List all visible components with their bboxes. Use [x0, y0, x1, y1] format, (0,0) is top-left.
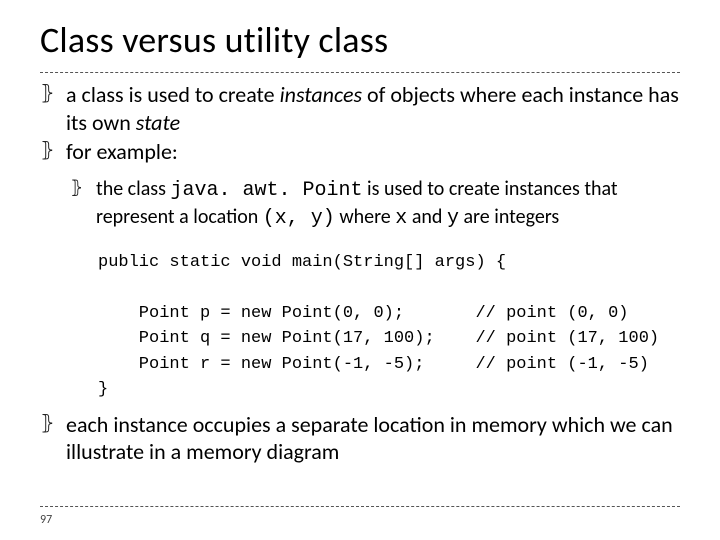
text-fragment: the class [96, 177, 170, 201]
bullet-list: each instance occupies a separate locati… [40, 411, 680, 466]
title-divider [40, 72, 680, 73]
bullet-item: each instance occupies a separate locati… [40, 411, 680, 466]
text-fragment: a class is used to create [66, 81, 280, 108]
code-inline: x [395, 207, 407, 230]
footer-divider [40, 506, 680, 507]
slide-content: a class is used to create instances of o… [40, 81, 680, 466]
text-fragment: each instance occupies a separate locati… [66, 411, 673, 466]
bullet-item: a class is used to create instances of o… [40, 81, 680, 136]
text-emphasis: instances [280, 81, 362, 108]
text-emphasis: state [136, 109, 180, 136]
code-inline: y [447, 207, 459, 230]
sub-bullet-item: the class java. awt. Point is used to cr… [70, 176, 680, 232]
bullet-item: for example: the class java. awt. Point … [40, 138, 680, 232]
code-block: public static void main(String[] args) {… [98, 250, 680, 403]
text-fragment: where [335, 205, 395, 229]
slide: Class versus utility class a class is us… [0, 0, 720, 540]
sub-bullet-list: the class java. awt. Point is used to cr… [70, 176, 680, 232]
text-fragment: and [407, 205, 447, 229]
bullet-list: a class is used to create instances of o… [40, 81, 680, 232]
code-inline: (x, y) [263, 207, 335, 230]
code-inline: java. awt. Point [170, 179, 362, 202]
slide-title: Class versus utility class [40, 18, 680, 72]
slide-footer: 97 [40, 506, 680, 528]
page-number: 97 [40, 513, 52, 527]
text-fragment: for example: [66, 138, 178, 165]
text-fragment: are integers [459, 205, 559, 229]
